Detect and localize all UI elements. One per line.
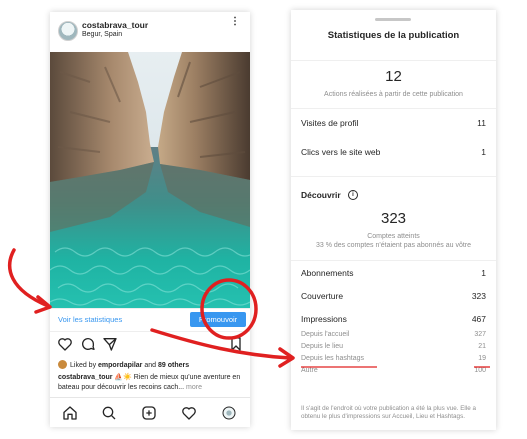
- reached-label: Comptes atteints: [367, 233, 420, 240]
- from-location-label: Depuis le lieu: [301, 343, 344, 350]
- liked-by-user[interactable]: empordapilar: [98, 362, 142, 369]
- profile-avatar-icon[interactable]: [221, 405, 237, 421]
- search-icon[interactable]: [101, 405, 117, 421]
- arrow-head: [34, 295, 52, 314]
- reach-label: Couverture: [301, 291, 344, 301]
- impressions-label: Impressions: [301, 314, 347, 324]
- reach-value: 323: [471, 291, 486, 301]
- other-label: Autre: [301, 367, 318, 374]
- post-screen: costabrava_tour Begur, Spain ⋮ Voir les …: [50, 12, 250, 427]
- post-location[interactable]: Begur, Spain: [82, 31, 122, 38]
- caption-username[interactable]: costabrava_tour: [58, 374, 112, 381]
- from-location-value: 21: [478, 343, 486, 350]
- website-clicks-value: 1: [481, 147, 486, 157]
- from-hashtags-value: 19: [478, 355, 486, 362]
- home-icon[interactable]: [62, 405, 78, 421]
- avatar[interactable]: [58, 21, 78, 41]
- profile-visits-label: Visites de profil: [301, 118, 359, 128]
- insights-bar: Voir les statistiques Promouvoir: [50, 308, 250, 332]
- view-insights-link[interactable]: Voir les statistiques: [58, 315, 122, 324]
- post-caption: costabrava_tour ⛵☀️ Rien de mieux qu'une…: [58, 373, 246, 393]
- divider: [291, 260, 496, 261]
- bookmark-icon[interactable]: [228, 336, 244, 352]
- post-actions: [50, 336, 250, 356]
- profile-visits-value: 11: [477, 118, 486, 128]
- follows-value: 1: [481, 268, 486, 278]
- actions-description: Actions réalisées à partir de cette publ…: [324, 91, 463, 98]
- post-photo[interactable]: [50, 52, 250, 308]
- divider: [291, 60, 496, 61]
- actions-count: 12: [385, 68, 402, 85]
- divider: [291, 108, 496, 109]
- post-header: costabrava_tour Begur, Spain ⋮: [50, 12, 250, 52]
- liked-by-others[interactable]: 89 others: [158, 362, 189, 369]
- insights-title: Statistiques de la publication: [327, 30, 460, 41]
- bottom-nav: [50, 397, 250, 427]
- post-username[interactable]: costabrava_tour: [82, 20, 148, 30]
- liked-by-and: and: [144, 362, 157, 369]
- more-options-icon[interactable]: ⋮: [230, 17, 240, 27]
- sheet-grab-handle[interactable]: [375, 18, 411, 21]
- insights-footnote: Il s'agit de l'endroit où votre publicat…: [301, 405, 476, 420]
- reached-description: 33 % des comptes n'étaient pas abonnés a…: [315, 242, 472, 249]
- heart-icon[interactable]: [57, 336, 73, 352]
- divider: [291, 176, 496, 177]
- arrow-to-insights-link: [8, 248, 50, 308]
- follows-label: Abonnements: [301, 268, 354, 278]
- reached-count: 323: [380, 210, 407, 227]
- other-value: 100: [474, 367, 486, 374]
- insights-screen: Statistiques de la publication 12 Action…: [291, 10, 496, 430]
- website-clicks-label: Clics vers le site web: [301, 147, 381, 157]
- from-hashtags-label: Depuis les hashtags: [301, 355, 365, 362]
- caption-more-link[interactable]: more: [186, 384, 202, 391]
- from-home-value: 327: [474, 331, 486, 338]
- discovery-title: Découvrir: [301, 190, 341, 200]
- impressions-value: 467: [471, 314, 486, 324]
- likes-summary[interactable]: Liked by empordapilar and 89 others: [58, 360, 189, 369]
- promote-button[interactable]: Promouvoir: [190, 312, 246, 327]
- info-icon[interactable]: i: [348, 190, 358, 200]
- activity-heart-icon[interactable]: [181, 405, 197, 421]
- liked-by-prefix: Liked by: [70, 362, 97, 369]
- comment-icon[interactable]: [80, 336, 96, 352]
- from-home-label: Depuis l'accueil: [301, 331, 350, 338]
- add-post-icon[interactable]: [141, 405, 157, 421]
- share-icon[interactable]: [102, 336, 118, 352]
- liker-avatar: [58, 360, 67, 369]
